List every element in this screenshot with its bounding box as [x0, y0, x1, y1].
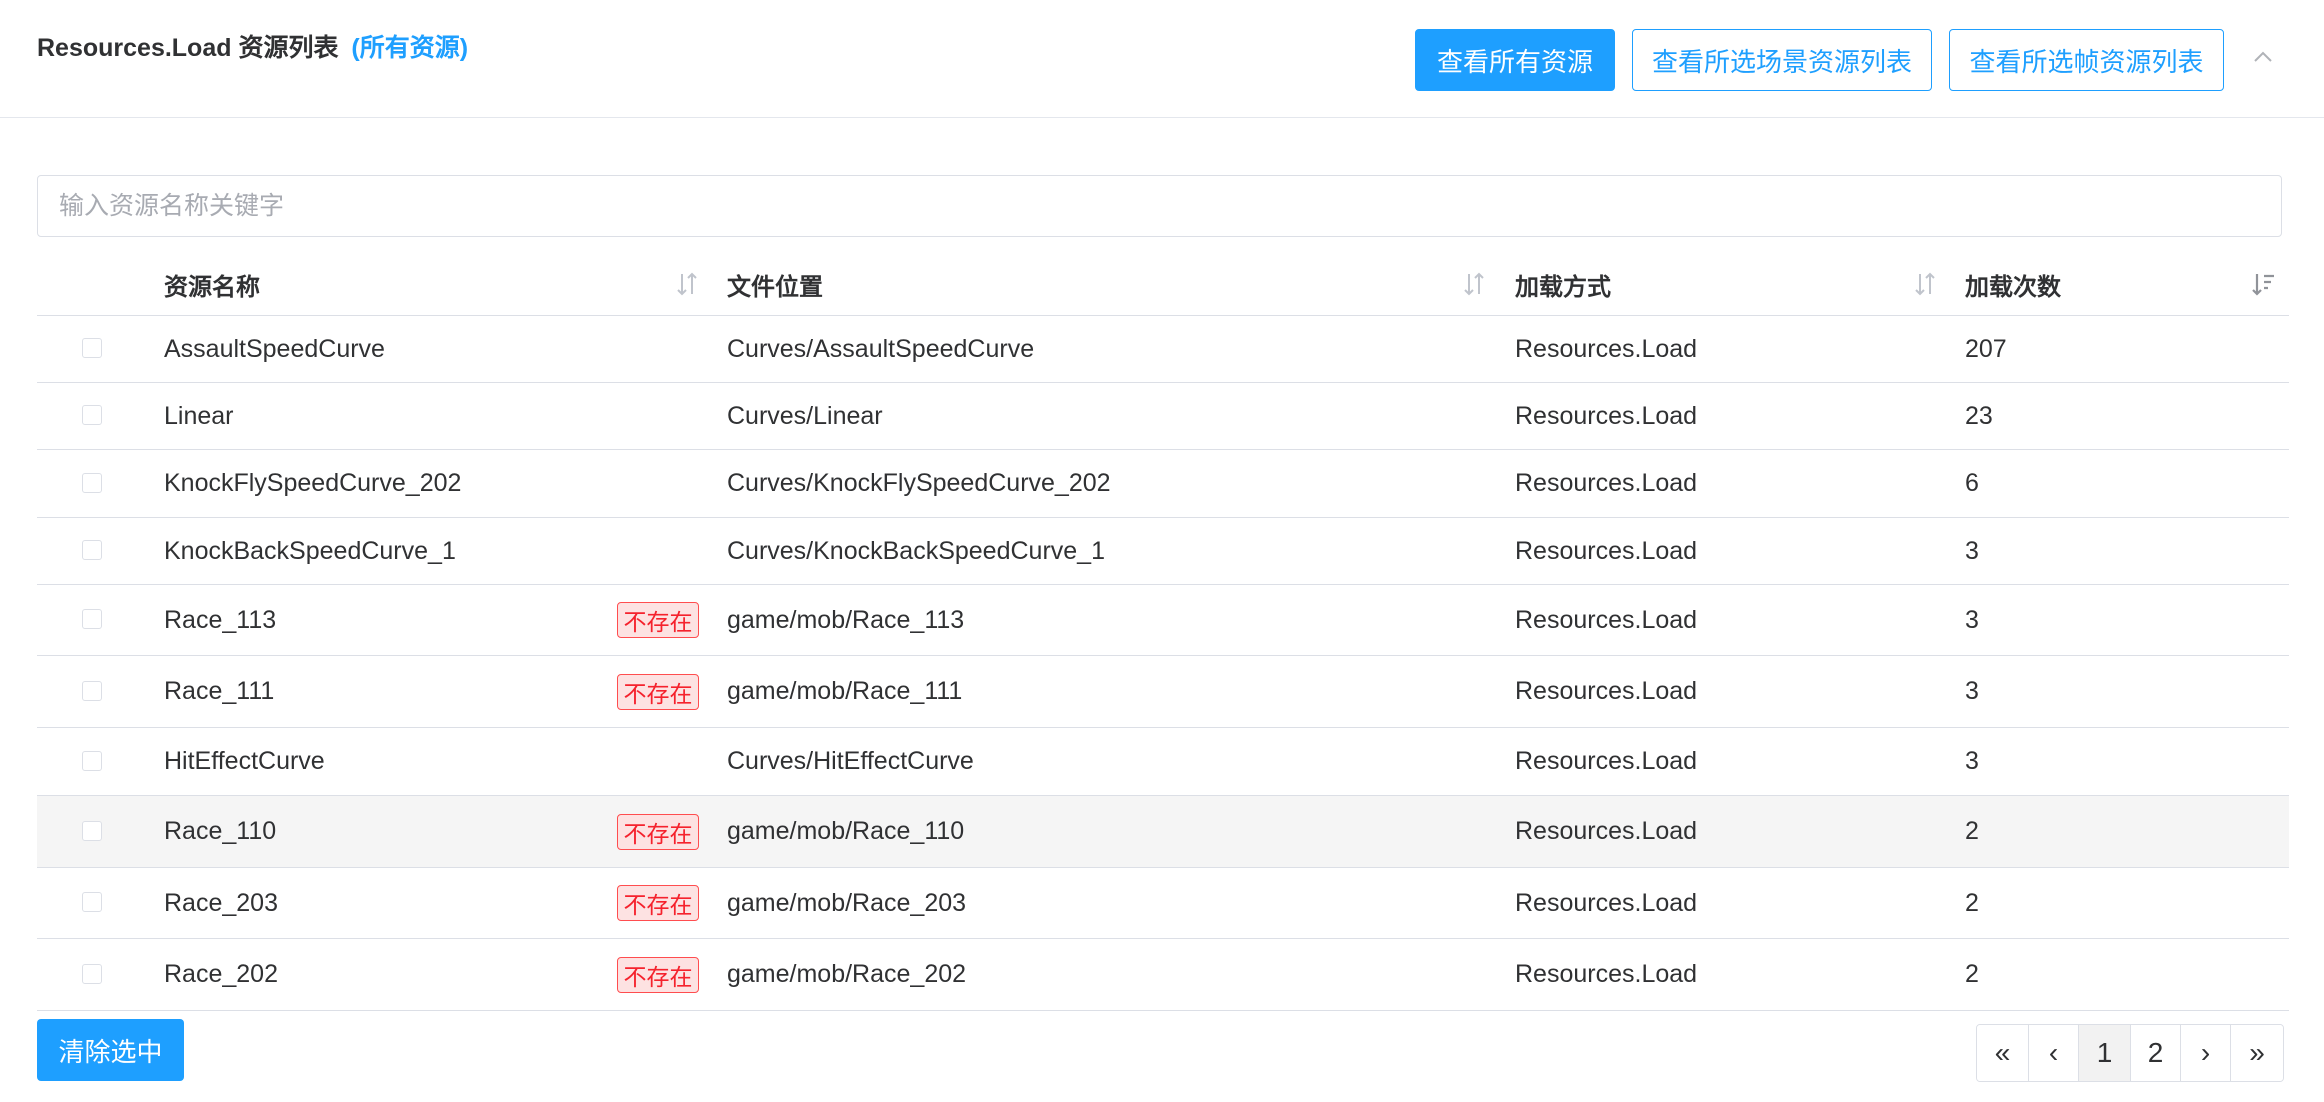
- row-checkbox[interactable]: [82, 405, 102, 425]
- clear-selection-button[interactable]: 清除选中: [37, 1019, 184, 1081]
- load-count: 3: [1965, 677, 1979, 705]
- load-count: 3: [1965, 605, 1979, 634]
- row-checkbox[interactable]: [82, 472, 102, 493]
- load-method: Resources.Load: [1515, 747, 1698, 775]
- table-header: 资源名称 文件位置 加载方式 加载次数: [37, 252, 2289, 316]
- table-row[interactable]: Race_113 不存在 game/mob/Race_113 Resources.Lo…: [37, 585, 2289, 656]
- row-checkbox[interactable]: [82, 609, 102, 629]
- table-row[interactable]: Race_110 不存在 game/mob/Race_110 Resources.Lo…: [37, 796, 2289, 868]
- load-count: 2: [1965, 888, 1979, 917]
- row-checkbox[interactable]: [82, 963, 102, 984]
- file-path: game/mob/Race_113: [727, 605, 965, 634]
- file-path: Curves/KnockBackSpeedCurve_1: [727, 536, 1105, 565]
- table-row[interactable]: Linear Curves/Linear Resources.Load 23: [37, 383, 2289, 450]
- load-count: 207: [1965, 334, 2007, 363]
- load-method: Resources.Load: [1515, 960, 1698, 988]
- missing-badge: 不存在: [617, 602, 699, 638]
- prev-page-button[interactable]: ‹: [2029, 1025, 2079, 1081]
- pagination: « ‹ 1 2 › »: [1976, 1024, 2284, 1082]
- table-row[interactable]: Race_202 不存在 game/mob/Race_202 Resources.Lo…: [37, 939, 2289, 1011]
- missing-badge: 不存在: [617, 885, 699, 921]
- resource-name: KnockBackSpeedCurve_1: [164, 536, 456, 565]
- search-input[interactable]: [37, 175, 2282, 237]
- file-path: Curves/Linear: [727, 401, 883, 430]
- file-path: game/mob/Race_203: [727, 888, 967, 917]
- file-path: Curves/HitEffectCurve: [727, 747, 974, 775]
- resource-name: Race_203: [164, 888, 278, 917]
- file-path: game/mob/Race_202: [727, 960, 967, 988]
- view-all-button[interactable]: 查看所有资源: [1415, 29, 1615, 91]
- resource-name: Race_111: [164, 677, 275, 705]
- sort-desc-icon[interactable]: [2251, 270, 2275, 298]
- missing-badge: 不存在: [617, 673, 699, 710]
- row-checkbox[interactable]: [82, 540, 102, 560]
- file-path: Curves/AssaultSpeedCurve: [727, 334, 1035, 363]
- view-scene-button[interactable]: 查看所选场景资源列表: [1632, 29, 1932, 91]
- file-path: game/mob/Race_110: [727, 817, 965, 845]
- sort-path-icon[interactable]: [1462, 270, 1486, 298]
- resource-name: Race_202: [164, 960, 278, 988]
- header-bar: Resources.Load 资源列表 (所有资源) 查看所有资源 查看所选场景…: [0, 0, 2324, 118]
- row-checkbox[interactable]: [82, 750, 102, 771]
- table-row[interactable]: AssaultSpeedCurve Curves/AssaultSpeedCurv…: [37, 316, 2289, 383]
- load-count: 6: [1965, 469, 1979, 497]
- load-count: 3: [1965, 747, 1979, 775]
- resource-table: 资源名称 文件位置 加载方式 加载次数 AssaultSpeedCurve Cur…: [37, 252, 2289, 1011]
- load-method: Resources.Load: [1515, 536, 1698, 565]
- sort-method-icon[interactable]: [1913, 270, 1937, 298]
- file-path: Curves/KnockFlySpeedCurve_202: [727, 469, 1111, 497]
- load-method: Resources.Load: [1515, 605, 1698, 634]
- resource-name: Race_113: [164, 605, 277, 634]
- chevron-up-icon[interactable]: [2248, 42, 2278, 72]
- row-checkbox[interactable]: [82, 820, 102, 841]
- first-page-button[interactable]: «: [1977, 1025, 2029, 1081]
- row-checkbox[interactable]: [82, 680, 102, 701]
- next-page-button[interactable]: ›: [2181, 1025, 2231, 1081]
- resource-name: KnockFlySpeedCurve_202: [164, 469, 462, 497]
- row-checkbox[interactable]: [82, 338, 102, 358]
- resource-name: Race_110: [164, 817, 277, 845]
- view-frame-button[interactable]: 查看所选帧资源列表: [1949, 29, 2224, 91]
- load-method: Resources.Load: [1515, 817, 1698, 845]
- load-method: Resources.Load: [1515, 401, 1698, 430]
- last-page-button[interactable]: »: [2231, 1025, 2283, 1081]
- page-1-button[interactable]: 1: [2079, 1025, 2131, 1081]
- col-header-name: 资源名称: [164, 273, 260, 301]
- page-subtitle: (所有资源): [351, 34, 469, 62]
- load-method: Resources.Load: [1515, 469, 1698, 497]
- file-path: game/mob/Race_111: [727, 677, 963, 705]
- table-row[interactable]: Race_111 不存在 game/mob/Race_111 Resources.Lo…: [37, 656, 2289, 728]
- col-header-method: 加载方式: [1515, 273, 1611, 301]
- load-count: 2: [1965, 960, 1979, 988]
- col-header-path: 文件位置: [727, 273, 823, 301]
- load-count: 3: [1965, 536, 1979, 565]
- load-count: 23: [1965, 401, 1993, 430]
- missing-badge: 不存在: [617, 956, 699, 993]
- row-checkbox[interactable]: [82, 892, 102, 912]
- resource-name: Linear: [164, 401, 234, 430]
- table-row[interactable]: Race_203 不存在 game/mob/Race_203 Resources.Lo…: [37, 868, 2289, 939]
- sort-name-icon[interactable]: [675, 270, 699, 298]
- table-row[interactable]: HitEffectCurve Curves/HitEffectCurve Resou…: [37, 728, 2289, 796]
- load-method: Resources.Load: [1515, 888, 1698, 917]
- resource-name: HitEffectCurve: [164, 747, 325, 775]
- missing-badge: 不存在: [617, 813, 699, 850]
- load-method: Resources.Load: [1515, 677, 1698, 705]
- page-2-button[interactable]: 2: [2131, 1025, 2181, 1081]
- table-row[interactable]: KnockBackSpeedCurve_1 Curves/KnockBackSpe…: [37, 518, 2289, 585]
- table-row[interactable]: KnockFlySpeedCurve_202 Curves/KnockFlySpe…: [37, 450, 2289, 518]
- page-title-text: Resources.Load 资源列表: [37, 34, 339, 62]
- load-method: Resources.Load: [1515, 334, 1698, 363]
- col-header-count: 加载次数: [1965, 273, 2061, 301]
- resource-name: AssaultSpeedCurve: [164, 334, 385, 363]
- load-count: 2: [1965, 817, 1979, 845]
- table-body: AssaultSpeedCurve Curves/AssaultSpeedCurv…: [37, 316, 2289, 1011]
- page-title: Resources.Load 资源列表 (所有资源): [37, 28, 468, 64]
